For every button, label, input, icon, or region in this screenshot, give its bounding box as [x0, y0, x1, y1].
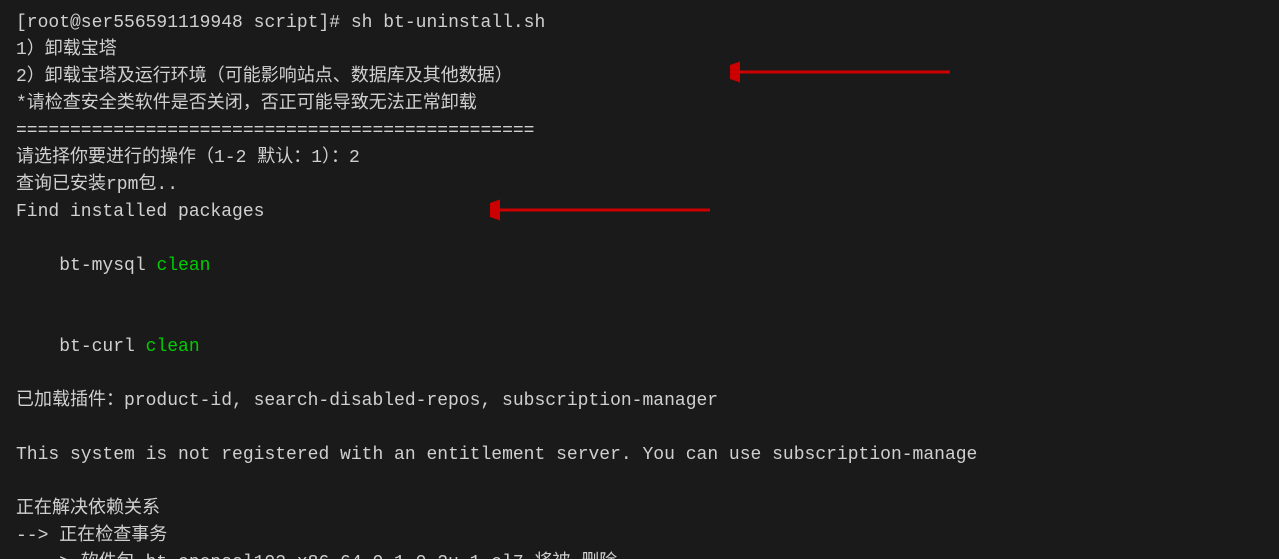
empty-line-1: [16, 415, 1263, 442]
warning-line: *请检查安全类软件是否关闭，否正可能导致无法正常卸载: [16, 91, 1263, 118]
bt-mysql-status: clean: [156, 256, 210, 276]
cmd-line: [root@ser556591119948 script]# sh bt-uni…: [16, 10, 1263, 37]
prompt-line: 请选择你要进行的操作（1-2 默认：1）：2: [16, 145, 1263, 172]
option2-line: 2）卸载宝塔及运行环境（可能影响站点、数据库及其他数据）: [16, 64, 1263, 91]
arrow-2-svg: [490, 190, 710, 230]
plugins-line: 已加载插件：product-id, search-disabled-repos,…: [16, 388, 1263, 415]
empty-line-2: [16, 469, 1263, 496]
bt-curl-line: bt-curl clean: [16, 307, 1263, 388]
bt-curl-status: clean: [146, 337, 200, 357]
bt-mysql-line: bt-mysql clean: [16, 226, 1263, 307]
option1-line: 1）卸载宝塔: [16, 37, 1263, 64]
annotation-arrow-2: [490, 190, 710, 230]
separator-line: ========================================…: [16, 118, 1263, 145]
bt-mysql-label: bt-mysql: [59, 256, 156, 276]
system-msg-line: This system is not registered with an en…: [16, 442, 1263, 469]
terminal-window: [root@ser556591119948 script]# sh bt-uni…: [0, 0, 1279, 559]
arrow-1-svg: [730, 52, 950, 92]
resolving-line: 正在解决依赖关系: [16, 496, 1263, 523]
bt-curl-label: bt-curl: [59, 337, 145, 357]
package-remove-line: ----> 软件包 bt-openssl102.x86_64.0.1.0.2u-…: [16, 550, 1263, 559]
annotation-arrow-1: [730, 52, 950, 92]
checking-line: --> 正在检查事务: [16, 523, 1263, 550]
